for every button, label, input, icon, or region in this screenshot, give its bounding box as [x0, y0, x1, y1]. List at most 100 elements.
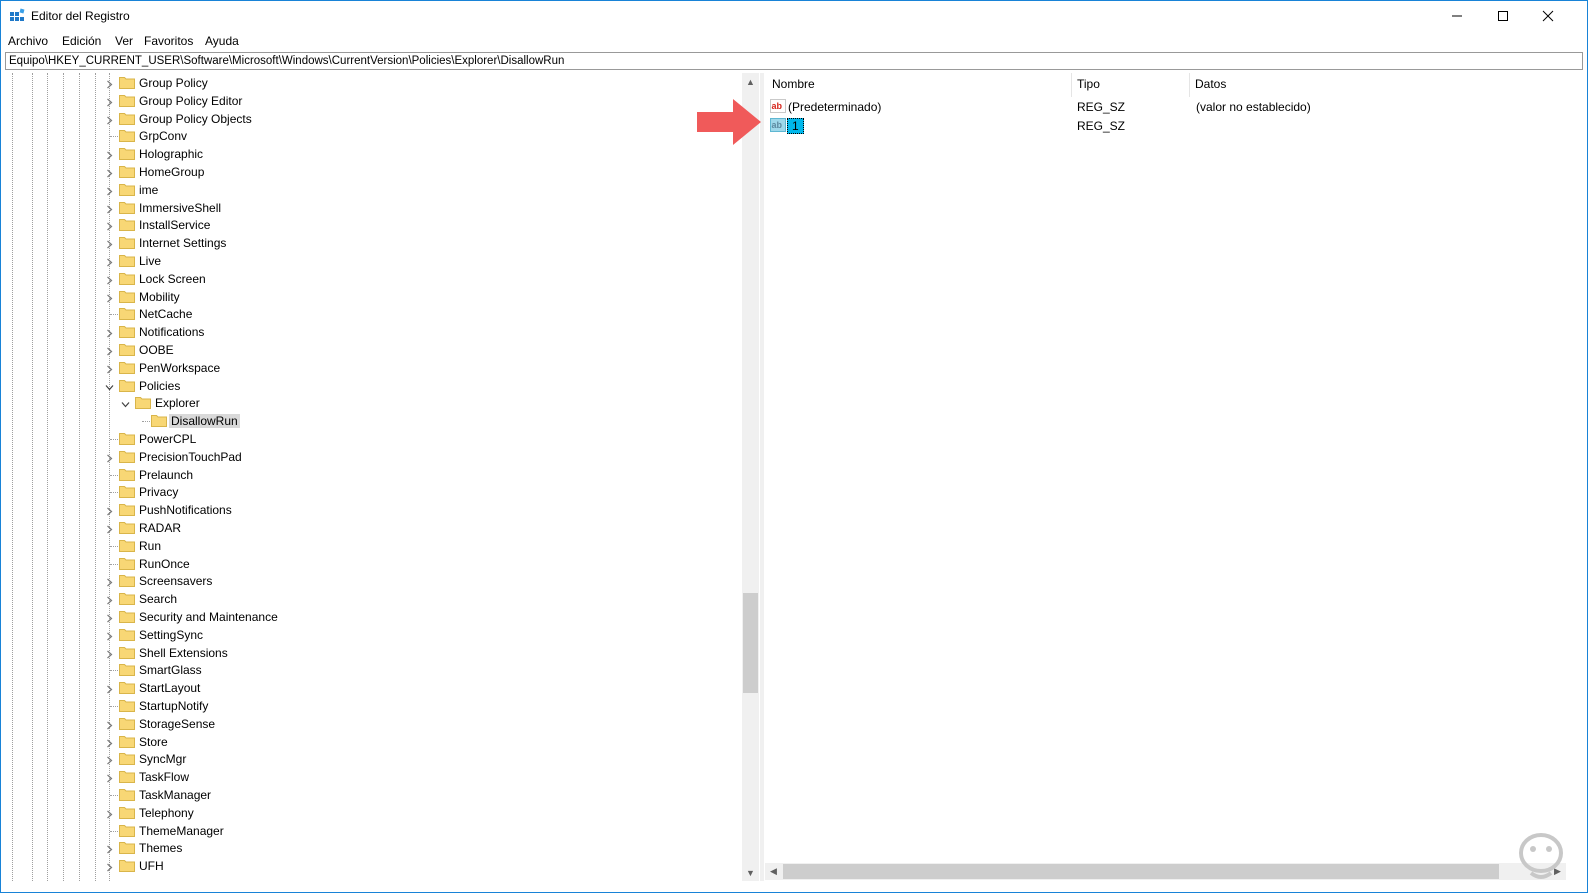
menu-archivo[interactable]: Archivo — [8, 34, 48, 48]
tree-item[interactable]: Group Policy Editor — [2, 92, 743, 110]
chevron-right-icon[interactable] — [105, 630, 114, 641]
tree-item[interactable]: StartupNotify — [2, 697, 743, 715]
chevron-right-icon[interactable] — [105, 737, 114, 748]
tree-item[interactable]: DisallowRun — [2, 412, 743, 430]
chevron-right-icon[interactable] — [105, 612, 114, 623]
tree-vertical-scrollbar[interactable]: ▲ ▼ — [742, 73, 759, 881]
chevron-right-icon[interactable] — [105, 167, 114, 178]
tree-item[interactable]: PrecisionTouchPad — [2, 448, 743, 466]
tree-item[interactable]: Search — [2, 590, 743, 608]
chevron-right-icon[interactable] — [105, 719, 114, 730]
tree-item[interactable]: Live — [2, 252, 743, 270]
tree-item[interactable]: Explorer — [2, 394, 743, 412]
tree-item[interactable]: Policies — [2, 377, 743, 395]
menu-edicion[interactable]: Edición — [62, 34, 101, 48]
scroll-thumb[interactable] — [743, 593, 758, 693]
chevron-right-icon[interactable] — [105, 452, 114, 463]
chevron-right-icon[interactable] — [105, 861, 114, 872]
tree-item[interactable]: SyncMgr — [2, 750, 743, 768]
tree-item[interactable]: Holographic — [2, 145, 743, 163]
chevron-right-icon[interactable] — [105, 149, 114, 160]
chevron-right-icon[interactable] — [105, 78, 114, 89]
tree-item[interactable]: SettingSync — [2, 626, 743, 644]
menu-ver[interactable]: Ver — [115, 34, 133, 48]
tree-item[interactable]: TaskManager — [2, 786, 743, 804]
tree-item[interactable]: Themes — [2, 839, 743, 857]
tree-item[interactable]: Notifications — [2, 323, 743, 341]
chevron-right-icon[interactable] — [105, 363, 114, 374]
chevron-right-icon[interactable] — [105, 238, 114, 249]
close-button[interactable] — [1525, 1, 1571, 31]
tree-item[interactable]: Screensavers — [2, 572, 743, 590]
chevron-right-icon[interactable] — [105, 648, 114, 659]
chevron-right-icon[interactable] — [105, 220, 114, 231]
chevron-right-icon[interactable] — [105, 345, 114, 356]
chevron-down-icon[interactable] — [105, 381, 114, 391]
tree-item[interactable]: Group Policy Objects — [2, 110, 743, 128]
chevron-right-icon[interactable] — [105, 843, 114, 854]
chevron-right-icon[interactable] — [105, 327, 114, 338]
scroll-thumb[interactable] — [783, 864, 1499, 879]
tree-item[interactable]: OOBE — [2, 341, 743, 359]
tree-item[interactable]: TaskFlow — [2, 768, 743, 786]
chevron-right-icon[interactable] — [105, 505, 114, 516]
tree-item[interactable]: ime — [2, 181, 743, 199]
tree-item[interactable]: PowerCPL — [2, 430, 743, 448]
tree-item[interactable]: RADAR — [2, 519, 743, 537]
column-header-nombre[interactable]: Nombre — [772, 77, 815, 91]
title-bar[interactable]: Editor del Registro — [1, 1, 1587, 31]
tree-item[interactable]: Group Policy — [2, 74, 743, 92]
tree-item[interactable]: GrpConv — [2, 127, 743, 145]
minimize-button[interactable] — [1434, 1, 1480, 31]
tree-item[interactable]: Mobility — [2, 288, 743, 306]
tree-item[interactable]: StartLayout — [2, 679, 743, 697]
key-tree[interactable]: Group Policy Group Policy Editor Group Pol… — [2, 73, 743, 881]
chevron-right-icon[interactable] — [105, 754, 114, 765]
tree-item[interactable]: StorageSense — [2, 715, 743, 733]
chevron-right-icon[interactable] — [105, 256, 114, 267]
menu-ayuda[interactable]: Ayuda — [205, 34, 239, 48]
value-row[interactable]: ab 1 REG_SZ — [765, 117, 1566, 135]
chevron-right-icon[interactable] — [105, 96, 114, 107]
chevron-right-icon[interactable] — [105, 292, 114, 303]
value-row[interactable]: ab (Predeterminado) REG_SZ (valor no est… — [765, 98, 1566, 116]
tree-item[interactable]: PenWorkspace — [2, 359, 743, 377]
tree-item[interactable]: SmartGlass — [2, 661, 743, 679]
chevron-down-icon[interactable] — [121, 398, 130, 408]
tree-item[interactable]: Shell Extensions — [2, 644, 743, 662]
tree-item[interactable]: ThemeManager — [2, 822, 743, 840]
list-horizontal-scrollbar[interactable]: ◀ ▶ — [765, 863, 1566, 880]
values-list[interactable]: Nombre Tipo Datos ab (Predeterminado) RE… — [765, 73, 1566, 863]
tree-item[interactable]: Lock Screen — [2, 270, 743, 288]
column-separator[interactable] — [1071, 73, 1072, 97]
chevron-right-icon[interactable] — [105, 523, 114, 534]
tree-item[interactable]: Privacy — [2, 483, 743, 501]
tree-item[interactable]: Store — [2, 733, 743, 751]
chevron-right-icon[interactable] — [105, 772, 114, 783]
scroll-down-icon[interactable]: ▼ — [742, 864, 759, 881]
column-separator[interactable] — [1189, 73, 1190, 97]
tree-item[interactable]: Run — [2, 537, 743, 555]
pane-splitter[interactable] — [760, 73, 764, 881]
tree-item[interactable]: InstallService — [2, 216, 743, 234]
tree-item[interactable]: Internet Settings — [2, 234, 743, 252]
scroll-left-icon[interactable]: ◀ — [765, 863, 782, 880]
value-name-rename-box[interactable]: 1 — [787, 118, 804, 134]
tree-item[interactable]: Telephony — [2, 804, 743, 822]
chevron-right-icon[interactable] — [105, 576, 114, 587]
chevron-right-icon[interactable] — [105, 594, 114, 605]
chevron-right-icon[interactable] — [105, 808, 114, 819]
chevron-right-icon[interactable] — [105, 683, 114, 694]
scroll-up-icon[interactable]: ▲ — [742, 73, 759, 90]
chevron-right-icon[interactable] — [105, 114, 114, 125]
tree-item[interactable]: HomeGroup — [2, 163, 743, 181]
menu-favoritos[interactable]: Favoritos — [144, 34, 193, 48]
chevron-right-icon[interactable] — [105, 185, 114, 196]
chevron-right-icon[interactable] — [105, 274, 114, 285]
column-header-tipo[interactable]: Tipo — [1077, 77, 1100, 91]
tree-item[interactable]: NetCache — [2, 305, 743, 323]
tree-item[interactable]: Prelaunch — [2, 466, 743, 484]
tree-item[interactable]: UFH — [2, 857, 743, 875]
tree-item[interactable]: PushNotifications — [2, 501, 743, 519]
tree-item[interactable]: Security and Maintenance — [2, 608, 743, 626]
